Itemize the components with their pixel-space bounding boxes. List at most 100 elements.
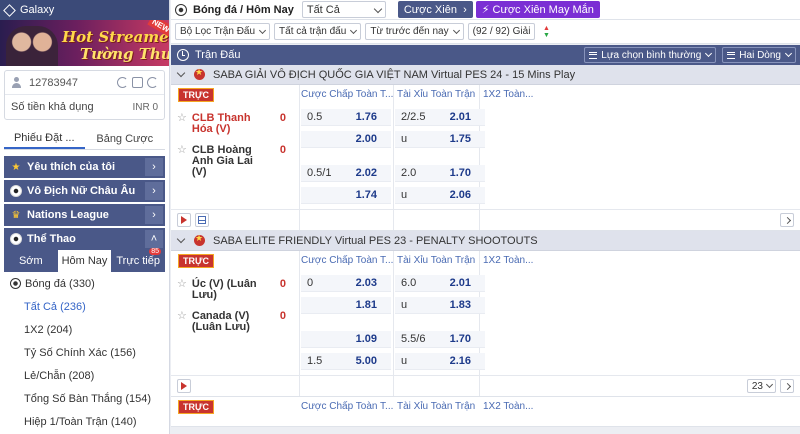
odds-cell[interactable]: u 1.83 (395, 297, 485, 314)
home-score: 0 (279, 112, 286, 124)
market-odd-even[interactable]: Lẻ/Chẵn (208) (4, 364, 165, 387)
tab-bet-slip[interactable]: Phiếu Đặt ... (4, 128, 85, 149)
brand-bar[interactable]: Galaxy (0, 0, 169, 20)
odds-cell[interactable]: u 2.06 (395, 187, 485, 204)
chevron-right-icon[interactable]: › (145, 158, 163, 176)
sidebar-sports[interactable]: Thể Thao ˄ (4, 228, 165, 250)
match-filter-label: Bộ Lọc Trận Đấu (180, 26, 256, 37)
lucky-icon: ⚡ (481, 4, 490, 16)
odds-cell[interactable]: 2/2.5 2.01 (395, 109, 485, 126)
away-score: 0 (279, 310, 286, 322)
star-outline-icon[interactable]: ☆ (177, 113, 187, 124)
match-block: TRỰC Cược Chấp Toàn T... Tài Xỉu Toàn Tr… (171, 251, 800, 397)
league-header[interactable]: SABA GIẢI VÔ ĐỊCH QUỐC GIA VIỆT NAM Virt… (171, 65, 800, 85)
chevron-down-icon[interactable] (176, 68, 186, 78)
more-markets-count[interactable]: 23 (746, 379, 776, 393)
live-stream-button[interactable] (177, 378, 191, 393)
promo-banner[interactable]: Hot Streamer Tường Thuật NEW (0, 20, 169, 66)
layout-dropdown[interactable]: Hai Dòng (722, 47, 796, 63)
market-select[interactable]: Tất Cả (301, 1, 386, 18)
home-team: ☆ CLB Thanh Hóa (V) 0 (177, 113, 286, 135)
odds-cell[interactable]: 0.5/1 2.02 (301, 165, 391, 182)
more-markets-button[interactable] (780, 213, 794, 227)
match-filter-dropdown[interactable]: Bộ Lọc Trận Đấu (175, 23, 271, 40)
parlay-button[interactable]: Cược Xiên › (397, 1, 473, 18)
star-outline-icon[interactable]: ☆ (177, 279, 187, 290)
chevron-down-icon (705, 49, 713, 58)
odds-cell[interactable]: 1.81 (301, 297, 391, 314)
odds-cell[interactable]: 0 2.03 (301, 275, 391, 292)
col-1x2: 1X2 Toàn... (483, 255, 534, 266)
play-icon (181, 381, 187, 390)
odds-cell[interactable]: 1.5 5.00 (301, 353, 391, 370)
copy-icon[interactable] (132, 77, 143, 88)
sidebar-favorites[interactable]: ★ Yêu thích của tôi › (4, 156, 165, 178)
market-1x2[interactable]: 1X2 (204) (4, 318, 165, 341)
market-correct-score[interactable]: Tỷ Số Chính Xác (156) (4, 341, 165, 364)
league-count[interactable]: (92 / 92) Giải (467, 23, 536, 40)
star-icon: ★ (11, 161, 21, 173)
odds-cell[interactable]: 6.0 2.01 (395, 275, 485, 292)
brand-name: Galaxy (20, 4, 55, 16)
sidebar-nations-league[interactable]: ♛ Nations League › (4, 204, 165, 226)
odds-cell[interactable]: u 1.75 (395, 131, 485, 148)
time-range-label: Từ trước đến nay (370, 26, 449, 37)
lucky-parlay-label: Cược Xiên May Mắn (492, 3, 594, 16)
tab-early[interactable]: Sớm (4, 250, 58, 272)
live-stream-button[interactable] (177, 212, 191, 227)
section-header: Trận Đấu Lựa chọn bình thường Hai Dòng (171, 45, 800, 65)
odds-cell[interactable]: 2.0 1.70 (395, 165, 485, 182)
away-team-name: CLB Hoàng Anh Gia Lai (V) (191, 144, 253, 178)
chevron-down-icon (373, 4, 383, 14)
soccer-ball-icon (175, 3, 187, 16)
sort-mode-dropdown[interactable]: Lựa chọn bình thường (584, 47, 717, 63)
live-badge: TRỰC (178, 400, 214, 414)
chevron-right-icon (783, 216, 791, 224)
col-handicap: Cược Chấp Toàn T... (301, 401, 394, 412)
star-outline-icon[interactable]: ☆ (177, 311, 187, 322)
col-1x2: 1X2 Toàn... (483, 89, 534, 100)
chevron-right-icon (783, 382, 791, 390)
market-ht-ft[interactable]: Hiệp 1/Toàn Trận (140) (4, 410, 165, 433)
history-icon[interactable] (147, 77, 158, 88)
sidebar-favorites-label: Yêu thích của tôi (27, 161, 116, 173)
list-icon (727, 51, 736, 59)
chevron-up-icon[interactable]: ˄ (145, 230, 163, 248)
chevron-right-icon: › (463, 3, 467, 16)
streamer-photo (6, 26, 58, 66)
market-total-goals[interactable]: Tổng Số Bàn Thắng (154) (4, 387, 165, 410)
more-markets-count-value: 23 (751, 380, 763, 392)
page-title: Bóng đá / Hôm Nay (193, 3, 294, 16)
sidebar-womens-euro-label: Vô Địch Nữ Châu Âu (27, 185, 136, 197)
live-count-badge: 85 (149, 248, 161, 255)
match-block: TRỰC Cược Chấp Toàn T... Tài Xỉu Toàn Tr… (171, 85, 800, 231)
odds-cell[interactable]: 1.09 (301, 331, 391, 348)
trophy-icon: ♛ (11, 209, 21, 221)
chevron-down-icon[interactable] (176, 234, 186, 244)
chevron-right-icon[interactable]: › (145, 182, 163, 200)
odds-cell[interactable]: 5.5/6 1.70 (395, 331, 485, 348)
tab-today[interactable]: Hôm Nay (57, 250, 112, 272)
all-matches-dropdown[interactable]: Tất cả trận đấu (274, 23, 362, 40)
sort-icon[interactable]: ▲ ▼ (539, 23, 553, 40)
chevron-right-icon[interactable]: › (145, 206, 163, 224)
odds-cell[interactable]: 0.5 1.76 (301, 109, 391, 126)
tab-bet-list[interactable]: Bảng Cược (85, 128, 166, 149)
list-icon (589, 51, 598, 59)
league-header[interactable]: SABA ELITE FRIENDLY Virtual PES 23 - PEN… (171, 231, 800, 251)
market-all[interactable]: Tất Cả (236) (4, 295, 165, 318)
more-markets-button[interactable] (780, 379, 794, 393)
sidebar-womens-euro[interactable]: Vô Địch Nữ Châu Âu › (4, 180, 165, 202)
odds-cell[interactable]: 2.00 (301, 131, 391, 148)
match-block: TRỰC Cược Chấp Toàn T... Tài Xỉu Toàn Tr… (171, 397, 800, 427)
odds-cell[interactable]: u 2.16 (395, 353, 485, 370)
odds-cell[interactable]: 1.74 (301, 187, 391, 204)
lucky-parlay-button[interactable]: ⚡ Cược Xiên May Mắn (475, 1, 600, 18)
time-range-dropdown[interactable]: Từ trước đến nay (365, 23, 464, 40)
stats-button[interactable] (195, 212, 209, 227)
sport-label: Bóng đá (25, 277, 66, 290)
sport-soccer[interactable]: Bóng đá (330) (4, 272, 165, 295)
refresh-icon[interactable] (117, 77, 128, 88)
star-outline-icon[interactable]: ☆ (177, 145, 187, 156)
col-over-under: Tài Xỉu Toàn Trận (397, 255, 476, 266)
